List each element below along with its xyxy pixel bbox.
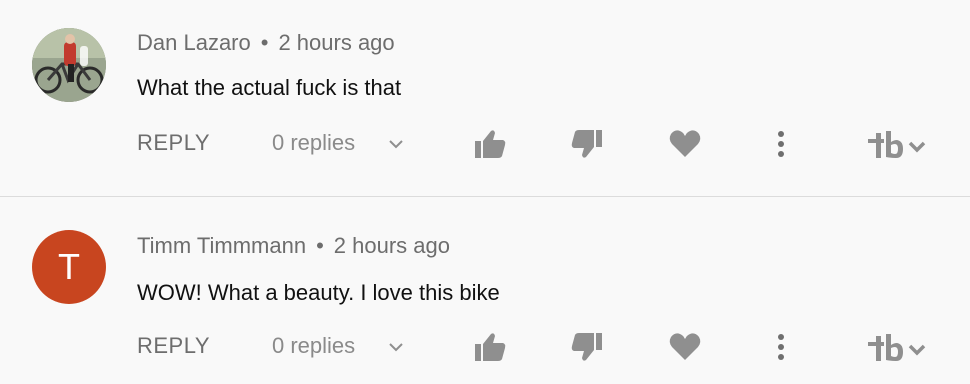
thumbs-down-icon[interactable] [570,331,604,363]
comment-time: 2 hours ago [333,233,450,258]
avatar[interactable]: T [32,230,106,304]
comment-actions: REPLY 0 replies [0,325,970,369]
thumbs-up-icon[interactable] [473,331,507,363]
chevron-down-icon[interactable] [386,337,406,357]
comment-meta: Timm Timmmann • 2 hours ago [137,233,450,259]
reply-button[interactable]: REPLY [137,333,210,359]
comment-text: WOW! What a beauty. I love this bike [137,280,500,305]
tb-logo-icon[interactable] [866,331,936,363]
more-vertical-icon[interactable] [768,331,802,363]
avatar-letter: T [58,246,80,287]
comment-item: T Timm Timmmann • 2 hours ago WOW! What a … [0,0,970,361]
heart-icon[interactable] [668,331,702,363]
comment-author[interactable]: Timm Timmmann [137,233,306,258]
replies-count[interactable]: 0 replies [272,333,355,359]
comment-divider [0,196,970,197]
meta-separator: • [316,233,324,258]
